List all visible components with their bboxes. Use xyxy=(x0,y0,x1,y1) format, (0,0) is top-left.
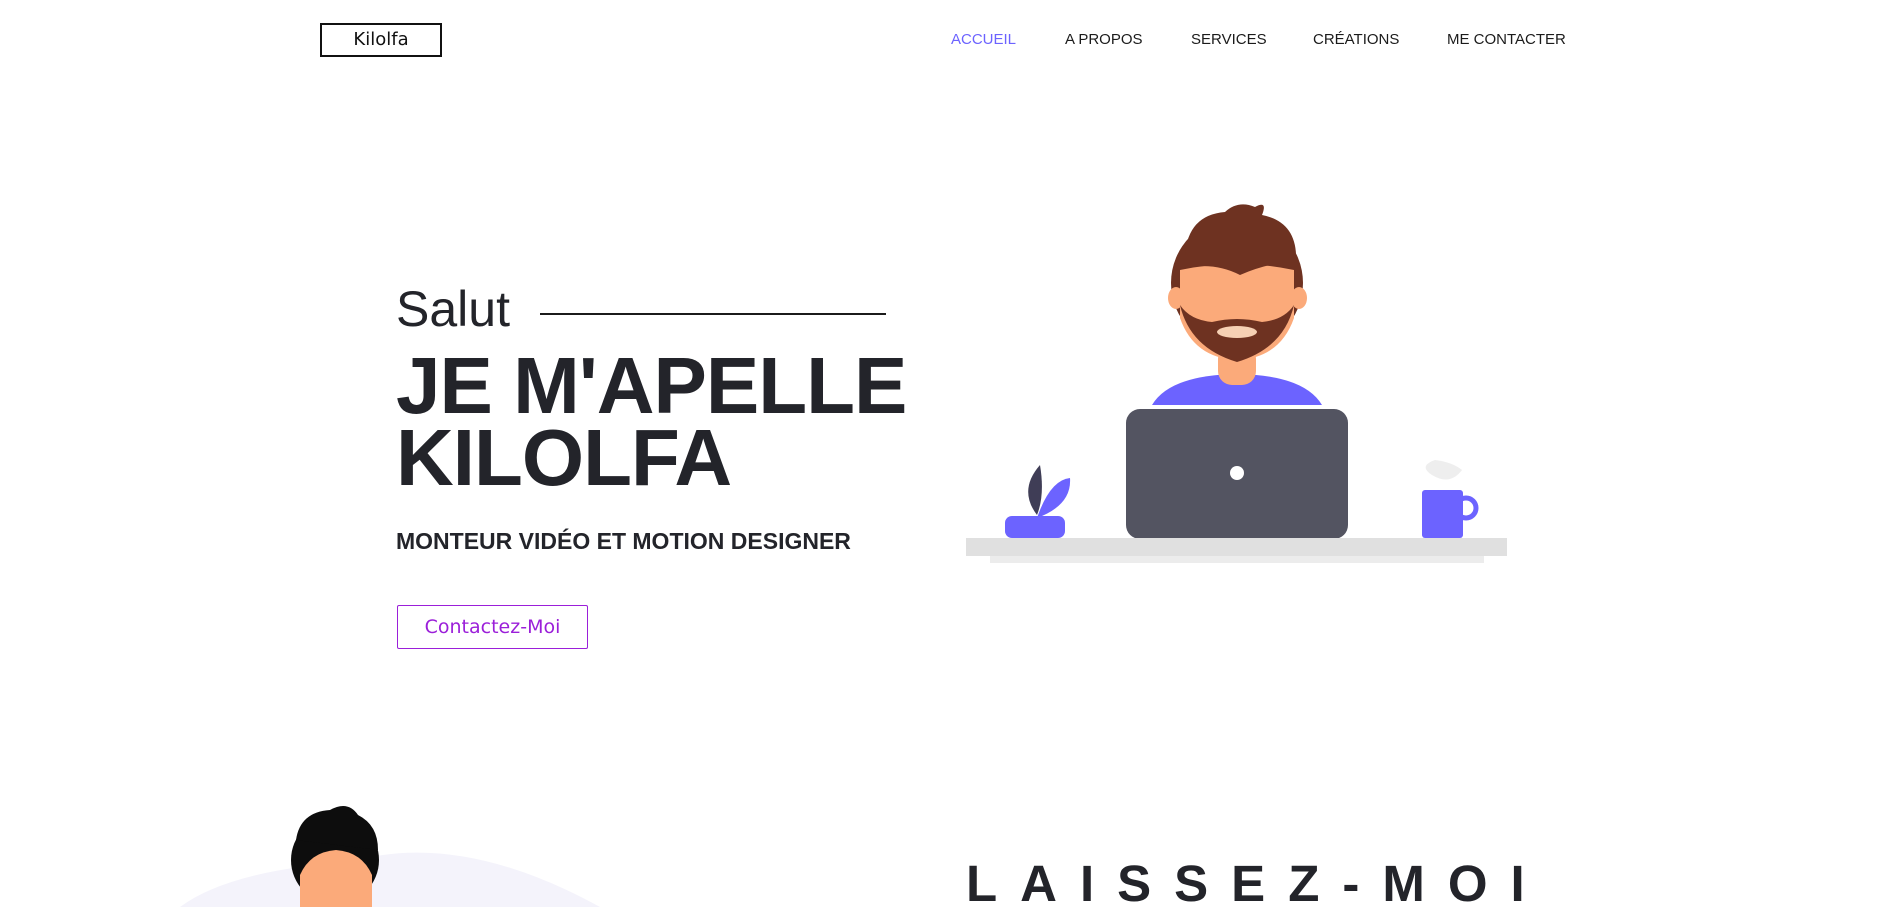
hero-title-line2: KILOLFA xyxy=(396,413,732,502)
mouth-shape xyxy=(1217,326,1257,338)
hero-divider xyxy=(540,313,886,315)
desk-top xyxy=(966,538,1507,556)
page: Kilolfa ACCUEIL A PROPOS SERVICES CRÉATI… xyxy=(0,0,1904,907)
hero-title-line1: JE M'APELLE xyxy=(396,341,907,430)
hero-title: JE M'APELLE KILOLFA xyxy=(396,341,916,502)
contact-button[interactable]: Contactez-Moi xyxy=(397,605,588,649)
desk-shadow xyxy=(990,556,1484,563)
bg-blob-shape xyxy=(180,852,600,907)
nav-contact[interactable]: ME CONTACTER xyxy=(1447,30,1566,50)
avatar-illustration xyxy=(180,806,600,907)
hero-greeting: Salut xyxy=(396,281,510,337)
nav-services[interactable]: SERVICES xyxy=(1191,30,1267,50)
nav-a-propos[interactable]: A PROPOS xyxy=(1065,30,1143,50)
laptop-logo xyxy=(1230,466,1244,480)
nav-accueil[interactable]: ACCUEIL xyxy=(951,30,1016,50)
section-title: LAISSEZ-MOI xyxy=(966,855,1548,907)
nav-creations[interactable]: CRÉATIONS xyxy=(1313,30,1399,50)
man-at-laptop-illustration xyxy=(966,204,1507,563)
coffee-mug-icon xyxy=(1422,460,1479,538)
main-nav: ACCUEIL A PROPOS SERVICES CRÉATIONS ME C… xyxy=(0,30,1904,50)
hero-subtitle: MONTEUR VIDÉO ET MOTION DESIGNER xyxy=(396,528,851,554)
plant-icon xyxy=(1005,465,1071,538)
